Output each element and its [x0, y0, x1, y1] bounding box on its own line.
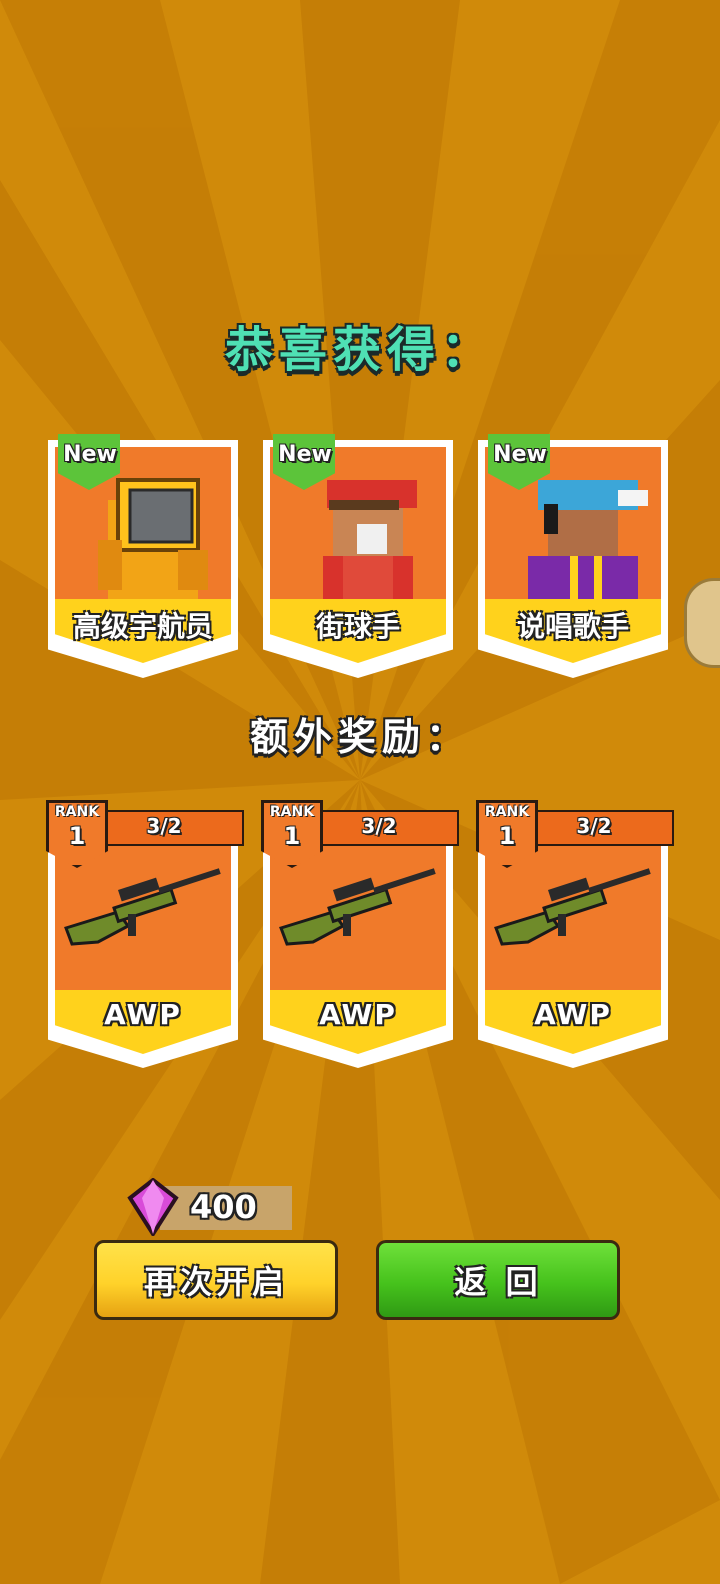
character-name: 街球手 [315, 610, 400, 643]
new-badge-label: New [493, 442, 547, 467]
sunburst-background [0, 0, 720, 1584]
character-name: 说唱歌手 [516, 610, 629, 643]
gem-icon [127, 1178, 179, 1236]
rewards-title: 恭喜获得： [224, 322, 495, 378]
weapon-card-awp[interactable]: AWP 3/2 RANK 1 [476, 800, 674, 1068]
gem-count: 400 [190, 1188, 257, 1226]
progress-text: 3/2 [361, 814, 397, 838]
weapon-card-awp[interactable]: AWP 3/2 RANK 1 [46, 800, 244, 1068]
new-badge-label: New [278, 442, 332, 467]
character-card-rapper[interactable]: 说唱歌手 New [478, 434, 668, 678]
rank-label: RANK [269, 804, 315, 820]
character-name: 高级宇航员 [72, 610, 213, 643]
progress-text: 3/2 [576, 814, 612, 838]
chat-icon[interactable] [684, 578, 720, 668]
open-again-button[interactable]: 再次开启 [94, 1240, 338, 1320]
back-button[interactable]: 返 回 [376, 1240, 620, 1320]
rank-number: 1 [68, 822, 86, 850]
weapon-name: AWP [534, 998, 612, 1031]
character-card-streetballer[interactable]: 街球手 New [263, 434, 453, 678]
weapon-name: AWP [319, 998, 397, 1031]
weapon-name: AWP [104, 998, 182, 1031]
sniper-rifle-icon [64, 868, 221, 946]
sniper-rifle-icon [494, 868, 651, 946]
rank-label: RANK [54, 804, 100, 820]
weapon-card-awp[interactable]: AWP 3/2 RANK 1 [261, 800, 459, 1068]
rank-number: 1 [498, 822, 516, 850]
new-badge-label: New [63, 442, 117, 467]
rank-number: 1 [283, 822, 301, 850]
character-card-astronaut[interactable]: 高级宇航员 New [48, 434, 238, 678]
sniper-rifle-icon [279, 868, 436, 946]
extra-rewards-title: 额外奖励： [249, 715, 470, 759]
rank-label: RANK [484, 804, 530, 820]
progress-text: 3/2 [146, 814, 182, 838]
